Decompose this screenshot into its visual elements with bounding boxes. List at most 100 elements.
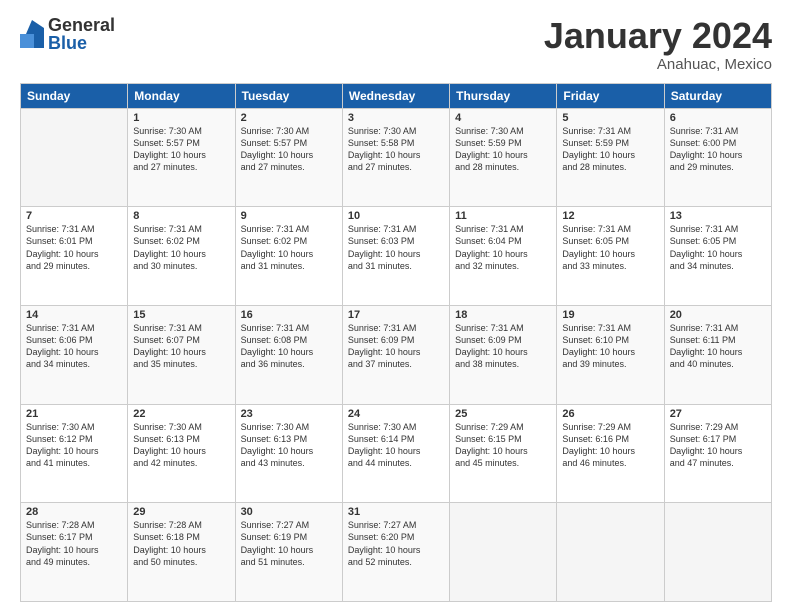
table-row: 21Sunrise: 7:30 AMSunset: 6:12 PMDayligh… [21,404,128,503]
day-number: 10 [348,210,444,222]
table-row [557,503,664,602]
day-info: Sunrise: 7:31 AMSunset: 6:05 PMDaylight:… [562,223,658,272]
day-info: Sunrise: 7:31 AMSunset: 6:08 PMDaylight:… [241,322,337,371]
day-number: 14 [26,309,122,321]
table-row: 18Sunrise: 7:31 AMSunset: 6:09 PMDayligh… [450,305,557,404]
table-row: 29Sunrise: 7:28 AMSunset: 6:18 PMDayligh… [128,503,235,602]
table-row: 8Sunrise: 7:31 AMSunset: 6:02 PMDaylight… [128,207,235,306]
day-info: Sunrise: 7:31 AMSunset: 6:01 PMDaylight:… [26,223,122,272]
day-info: Sunrise: 7:30 AMSunset: 5:57 PMDaylight:… [133,125,229,174]
day-info: Sunrise: 7:30 AMSunset: 6:14 PMDaylight:… [348,421,444,470]
table-row: 19Sunrise: 7:31 AMSunset: 6:10 PMDayligh… [557,305,664,404]
day-number: 4 [455,112,551,124]
logo-text: General Blue [48,16,115,52]
day-number: 25 [455,408,551,420]
day-number: 15 [133,309,229,321]
day-info: Sunrise: 7:31 AMSunset: 6:02 PMDaylight:… [133,223,229,272]
day-number: 31 [348,506,444,518]
day-number: 26 [562,408,658,420]
table-row: 11Sunrise: 7:31 AMSunset: 6:04 PMDayligh… [450,207,557,306]
logo-blue-text: Blue [48,34,115,52]
day-number: 6 [670,112,766,124]
day-number: 16 [241,309,337,321]
table-row: 3Sunrise: 7:30 AMSunset: 5:58 PMDaylight… [342,108,449,207]
day-info: Sunrise: 7:31 AMSunset: 6:06 PMDaylight:… [26,322,122,371]
table-row: 25Sunrise: 7:29 AMSunset: 6:15 PMDayligh… [450,404,557,503]
col-thursday: Thursday [450,83,557,108]
logo: General Blue [20,16,115,52]
day-number: 29 [133,506,229,518]
day-number: 27 [670,408,766,420]
table-row: 4Sunrise: 7:30 AMSunset: 5:59 PMDaylight… [450,108,557,207]
day-number: 23 [241,408,337,420]
day-number: 9 [241,210,337,222]
location-subtitle: Anahuac, Mexico [544,56,772,73]
title-block: January 2024 Anahuac, Mexico [544,16,772,73]
day-info: Sunrise: 7:31 AMSunset: 6:11 PMDaylight:… [670,322,766,371]
day-number: 5 [562,112,658,124]
day-info: Sunrise: 7:28 AMSunset: 6:17 PMDaylight:… [26,519,122,568]
day-info: Sunrise: 7:31 AMSunset: 6:03 PMDaylight:… [348,223,444,272]
table-row: 20Sunrise: 7:31 AMSunset: 6:11 PMDayligh… [664,305,771,404]
day-number: 7 [26,210,122,222]
table-row: 16Sunrise: 7:31 AMSunset: 6:08 PMDayligh… [235,305,342,404]
calendar-week-row: 21Sunrise: 7:30 AMSunset: 6:12 PMDayligh… [21,404,772,503]
col-monday: Monday [128,83,235,108]
month-title: January 2024 [544,16,772,56]
table-row: 14Sunrise: 7:31 AMSunset: 6:06 PMDayligh… [21,305,128,404]
day-number: 2 [241,112,337,124]
table-row: 17Sunrise: 7:31 AMSunset: 6:09 PMDayligh… [342,305,449,404]
col-saturday: Saturday [664,83,771,108]
day-number: 1 [133,112,229,124]
logo-icon [20,20,44,48]
table-row: 2Sunrise: 7:30 AMSunset: 5:57 PMDaylight… [235,108,342,207]
day-info: Sunrise: 7:31 AMSunset: 6:02 PMDaylight:… [241,223,337,272]
day-info: Sunrise: 7:31 AMSunset: 6:04 PMDaylight:… [455,223,551,272]
day-info: Sunrise: 7:30 AMSunset: 6:13 PMDaylight:… [241,421,337,470]
day-info: Sunrise: 7:31 AMSunset: 6:07 PMDaylight:… [133,322,229,371]
day-info: Sunrise: 7:31 AMSunset: 6:09 PMDaylight:… [348,322,444,371]
day-info: Sunrise: 7:31 AMSunset: 6:05 PMDaylight:… [670,223,766,272]
table-row: 22Sunrise: 7:30 AMSunset: 6:13 PMDayligh… [128,404,235,503]
table-row: 9Sunrise: 7:31 AMSunset: 6:02 PMDaylight… [235,207,342,306]
day-number: 21 [26,408,122,420]
table-row: 28Sunrise: 7:28 AMSunset: 6:17 PMDayligh… [21,503,128,602]
day-number: 28 [26,506,122,518]
day-number: 18 [455,309,551,321]
calendar-week-row: 7Sunrise: 7:31 AMSunset: 6:01 PMDaylight… [21,207,772,306]
table-row: 12Sunrise: 7:31 AMSunset: 6:05 PMDayligh… [557,207,664,306]
day-info: Sunrise: 7:30 AMSunset: 5:59 PMDaylight:… [455,125,551,174]
day-info: Sunrise: 7:30 AMSunset: 6:13 PMDaylight:… [133,421,229,470]
calendar-week-row: 14Sunrise: 7:31 AMSunset: 6:06 PMDayligh… [21,305,772,404]
day-number: 20 [670,309,766,321]
col-tuesday: Tuesday [235,83,342,108]
logo-general-text: General [48,16,115,34]
day-info: Sunrise: 7:30 AMSunset: 5:57 PMDaylight:… [241,125,337,174]
day-info: Sunrise: 7:30 AMSunset: 6:12 PMDaylight:… [26,421,122,470]
day-number: 24 [348,408,444,420]
day-number: 22 [133,408,229,420]
day-number: 13 [670,210,766,222]
day-number: 19 [562,309,658,321]
calendar-table: Sunday Monday Tuesday Wednesday Thursday… [20,83,772,602]
col-sunday: Sunday [21,83,128,108]
page: General Blue January 2024 Anahuac, Mexic… [0,0,792,612]
table-row: 1Sunrise: 7:30 AMSunset: 5:57 PMDaylight… [128,108,235,207]
col-friday: Friday [557,83,664,108]
table-row: 31Sunrise: 7:27 AMSunset: 6:20 PMDayligh… [342,503,449,602]
day-info: Sunrise: 7:27 AMSunset: 6:19 PMDaylight:… [241,519,337,568]
table-row: 5Sunrise: 7:31 AMSunset: 5:59 PMDaylight… [557,108,664,207]
table-row: 23Sunrise: 7:30 AMSunset: 6:13 PMDayligh… [235,404,342,503]
table-row: 27Sunrise: 7:29 AMSunset: 6:17 PMDayligh… [664,404,771,503]
day-number: 30 [241,506,337,518]
day-number: 11 [455,210,551,222]
table-row: 13Sunrise: 7:31 AMSunset: 6:05 PMDayligh… [664,207,771,306]
calendar-week-row: 28Sunrise: 7:28 AMSunset: 6:17 PMDayligh… [21,503,772,602]
day-number: 12 [562,210,658,222]
table-row: 7Sunrise: 7:31 AMSunset: 6:01 PMDaylight… [21,207,128,306]
day-number: 3 [348,112,444,124]
day-info: Sunrise: 7:27 AMSunset: 6:20 PMDaylight:… [348,519,444,568]
day-info: Sunrise: 7:29 AMSunset: 6:16 PMDaylight:… [562,421,658,470]
header: General Blue January 2024 Anahuac, Mexic… [20,16,772,73]
day-info: Sunrise: 7:29 AMSunset: 6:15 PMDaylight:… [455,421,551,470]
